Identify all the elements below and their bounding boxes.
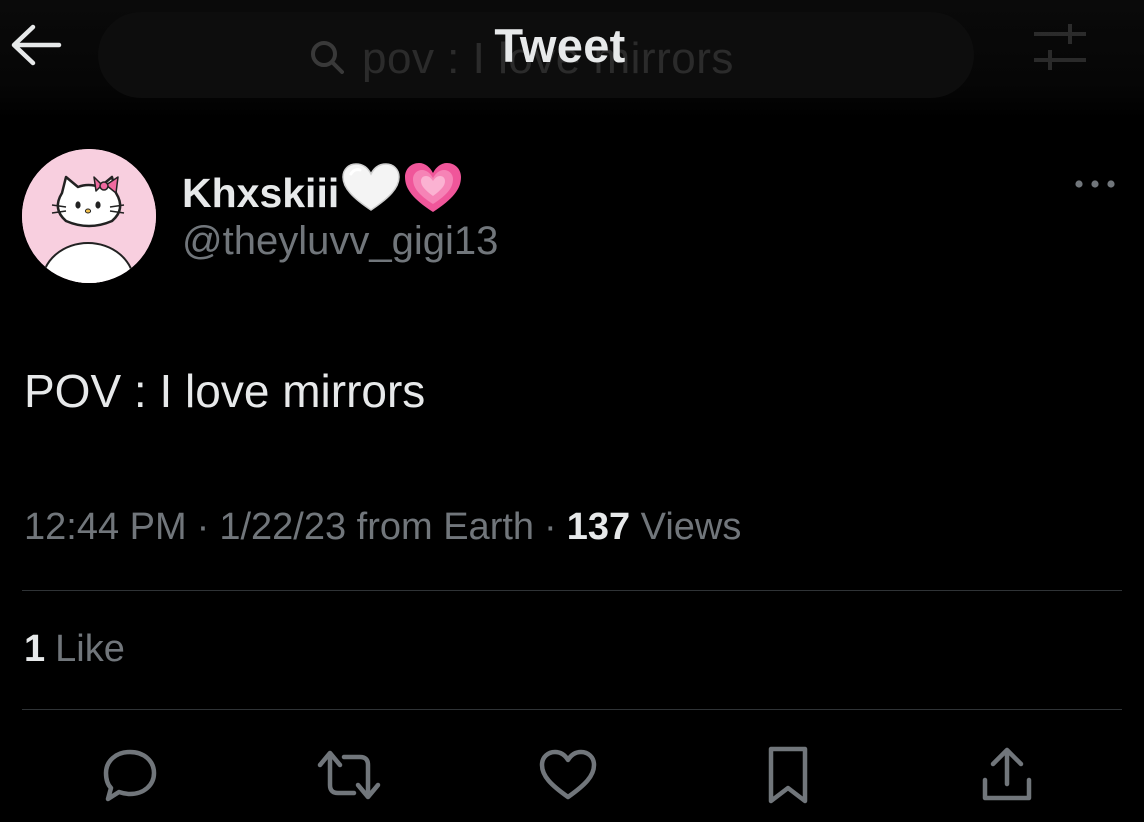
likes-stat[interactable]: 1 Like xyxy=(24,628,125,671)
likes-count: 1 xyxy=(24,628,46,670)
bookmark-button[interactable] xyxy=(752,744,824,810)
reply-button[interactable] xyxy=(94,744,166,810)
display-name: Khxskiii xyxy=(182,169,340,216)
hello-kitty-avatar-icon xyxy=(22,149,156,283)
retweet-icon xyxy=(314,747,384,808)
divider xyxy=(22,590,1122,591)
retweet-button[interactable] xyxy=(313,744,385,810)
top-bar: pov : I love mirrors Tweet xyxy=(0,0,1144,118)
author-name-row[interactable]: Khxskiii xyxy=(182,162,463,224)
tweet-time[interactable]: 12:44 PM xyxy=(24,506,187,548)
meta-separator: · xyxy=(196,506,210,548)
page-title: Tweet xyxy=(494,19,626,72)
bookmark-icon xyxy=(763,744,813,811)
divider xyxy=(22,709,1122,710)
views-count: 137 xyxy=(566,506,631,548)
white-heart-emoji-icon xyxy=(341,162,401,224)
growing-heart-emoji-icon xyxy=(403,162,463,224)
like-icon xyxy=(537,747,599,808)
more-horizontal-icon xyxy=(1073,177,1117,195)
avatar[interactable] xyxy=(22,149,156,283)
more-options-button[interactable] xyxy=(1060,166,1130,206)
author-handle[interactable]: @theyluvv_gigi13 xyxy=(182,219,498,264)
tweet-date-source: 1/22/23 from Earth xyxy=(219,506,535,548)
share-button[interactable] xyxy=(971,744,1043,810)
tweet-metadata: 12:44 PM · 1/22/23 from Earth · 137 Views xyxy=(24,506,741,549)
like-button[interactable] xyxy=(532,744,604,810)
meta-separator: · xyxy=(544,506,557,548)
tweet-text: POV : I love mirrors xyxy=(24,365,426,417)
likes-label: Like xyxy=(55,628,125,670)
share-icon xyxy=(977,744,1037,811)
reply-icon xyxy=(100,746,160,809)
views-label: Views xyxy=(640,506,742,548)
filter-icon xyxy=(1030,20,1090,81)
